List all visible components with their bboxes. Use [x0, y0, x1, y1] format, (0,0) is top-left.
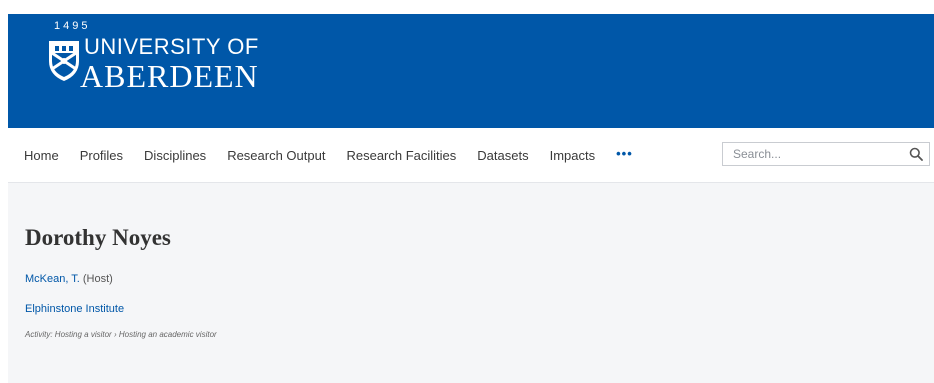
search-box — [722, 142, 930, 166]
university-logo[interactable]: 1495 UNIVERSITY OF ABERDEEN — [46, 20, 306, 100]
logo-line-1: UNIVERSITY OF — [84, 34, 259, 59]
nav-item-home[interactable]: Home — [24, 148, 59, 163]
main-navigation: Home Profiles Disciplines Research Outpu… — [8, 128, 934, 183]
nav-item-research-output[interactable]: Research Output — [227, 148, 325, 163]
main-content: Dorothy Noyes McKean, T. (Host) Elphinst… — [8, 183, 934, 383]
site-header: 1495 UNIVERSITY OF ABERDEEN — [8, 14, 934, 128]
activity-label: Activity: — [25, 330, 53, 339]
logo-year: 1495 — [54, 20, 91, 32]
nav-more-button[interactable]: ••• — [616, 146, 633, 161]
activity-subtype: Hosting an academic visitor — [118, 330, 217, 339]
nav-item-profiles[interactable]: Profiles — [80, 148, 123, 163]
logo-line-2: ABERDEEN — [80, 58, 259, 94]
nav-item-research-facilities[interactable]: Research Facilities — [346, 148, 456, 163]
organisation-link[interactable]: Elphinstone Institute — [25, 303, 124, 315]
activity-type-value: Hosting a visitor — [54, 330, 112, 339]
person-line: McKean, T. (Host) — [25, 273, 113, 285]
search-input[interactable] — [723, 143, 913, 165]
nav-item-datasets[interactable]: Datasets — [477, 148, 528, 163]
page-title: Dorothy Noyes — [25, 225, 171, 250]
nav-item-impacts[interactable]: Impacts — [550, 148, 596, 163]
person-role: (Host) — [82, 273, 113, 285]
person-link[interactable]: McKean, T. — [25, 273, 80, 285]
search-icon[interactable] — [909, 147, 923, 161]
activity-separator: › — [113, 330, 117, 339]
activity-type: Activity: Hosting a visitor › Hosting an… — [25, 330, 217, 339]
crest-icon — [49, 41, 79, 81]
nav-items: Home Profiles Disciplines Research Outpu… — [24, 128, 633, 182]
nav-item-disciplines[interactable]: Disciplines — [144, 148, 206, 163]
